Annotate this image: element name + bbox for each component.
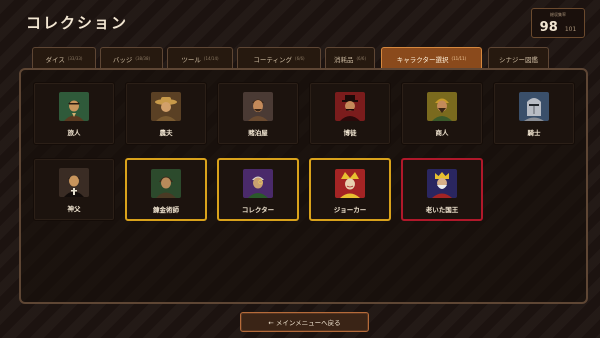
character-card-farmer[interactable]: 農夫 <box>125 82 207 145</box>
card-label: コレクター <box>241 206 275 214</box>
card-label: 老いた国王 <box>425 206 459 214</box>
score-value: 98 <box>539 20 558 35</box>
tab-count: (6/6) <box>295 56 305 61</box>
card-label: 商人 <box>435 129 449 137</box>
tab-consumables[interactable]: 消耗品 (6/6) <box>325 47 375 69</box>
tab-label: バッジ <box>112 55 133 64</box>
innkeeper-portrait-icon <box>243 92 273 121</box>
score-max: 101 <box>564 26 577 33</box>
character-card-collector[interactable]: コレクター <box>217 158 299 221</box>
tab-tools[interactable]: ツール (14/14) <box>167 47 233 69</box>
tab-count: (33/33) <box>67 56 83 61</box>
card-label: 騎士 <box>527 129 541 137</box>
tab-character-select[interactable]: キャラクター選択 (11/11) <box>381 47 482 69</box>
tab-badges[interactable]: バッジ (38/38) <box>100 47 163 69</box>
farmer-portrait-icon <box>151 92 181 121</box>
card-label: 旅人 <box>67 129 81 137</box>
tab-count: (6/6) <box>356 56 367 61</box>
tab-dice[interactable]: ダイス (33/33) <box>32 47 96 69</box>
card-label: 博徒 <box>343 129 357 137</box>
collection-score-box: 総収集率 98 101 <box>531 8 585 38</box>
priest-portrait-icon <box>59 168 89 197</box>
character-card-traveler[interactable]: 旅人 <box>33 82 115 145</box>
tab-synergy-encyclopedia[interactable]: シナジー図鑑 <box>488 47 549 69</box>
card-label: 神父 <box>67 205 81 213</box>
back-to-main-menu-button[interactable]: ← メインメニューへ戻る <box>240 312 369 332</box>
traveler-portrait-icon <box>59 92 89 121</box>
tab-count: (11/11) <box>451 56 467 61</box>
character-card-joker[interactable]: ジョーカー <box>309 158 391 221</box>
tab-label: ダイス <box>45 55 65 64</box>
collector-portrait-icon <box>243 169 273 198</box>
character-card-old-king[interactable]: 老いた国王 <box>401 158 483 221</box>
tab-coatings[interactable]: コーティング (6/6) <box>237 47 321 69</box>
card-label: ジョーカー <box>333 206 367 214</box>
tab-label: シナジー図鑑 <box>499 55 538 64</box>
tab-label: ツール <box>181 55 201 64</box>
old-king-portrait-icon <box>427 169 457 198</box>
gambler-portrait-icon <box>335 92 365 121</box>
tab-count: (38/38) <box>135 56 151 61</box>
tab-label: コーティング <box>253 55 293 64</box>
tab-count: (14/14) <box>203 56 219 61</box>
knight-portrait-icon <box>519 92 549 121</box>
alchemist-portrait-icon <box>151 169 181 198</box>
card-label: 錬金術師 <box>153 206 179 214</box>
joker-portrait-icon <box>335 169 365 198</box>
tab-label: キャラクター選択 <box>396 55 449 64</box>
character-card-merchant[interactable]: 商人 <box>401 82 483 145</box>
character-card-alchemist[interactable]: 錬金術師 <box>125 158 207 221</box>
merchant-portrait-icon <box>427 92 457 121</box>
tab-label: 消耗品 <box>333 55 354 64</box>
page-title: コレクション <box>26 14 129 32</box>
card-label: 賭泊屋 <box>248 129 268 137</box>
character-card-priest[interactable]: 神父 <box>33 158 115 221</box>
character-card-knight[interactable]: 騎士 <box>493 82 575 145</box>
character-card-innkeeper[interactable]: 賭泊屋 <box>217 82 299 145</box>
character-card-gambler[interactable]: 博徒 <box>309 82 391 145</box>
card-label: 農夫 <box>159 129 173 137</box>
